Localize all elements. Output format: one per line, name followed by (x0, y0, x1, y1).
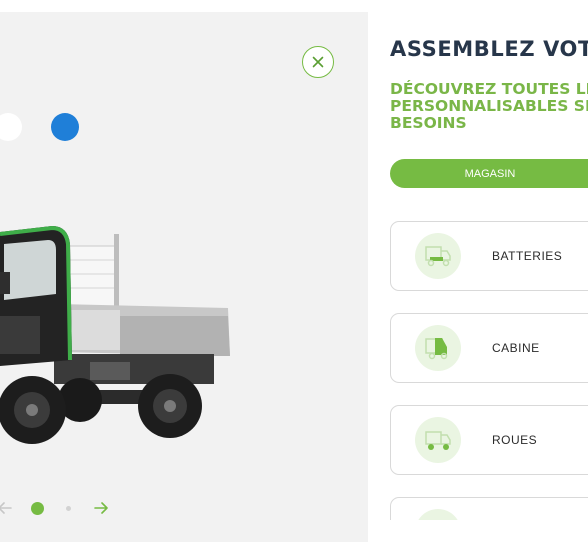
subtitle-line: DÉCOUVREZ TOUTES LES OPTIONS (390, 80, 588, 98)
subtitle-line: BESOINS (390, 114, 467, 132)
cabin-icon (425, 338, 448, 360)
battery-truck-icon (425, 246, 451, 267)
option-card-cabine[interactable]: CABINE (390, 313, 588, 383)
arrow-left-icon[interactable] (0, 499, 14, 517)
option-icon-wrap (415, 325, 461, 371)
option-label-roues: ROUES (492, 433, 538, 447)
slider-dot[interactable] (66, 506, 71, 511)
option-icon (423, 519, 453, 520)
slider-navigation (0, 496, 120, 520)
option-card-partial[interactable] (390, 497, 588, 520)
page-title: ASSEMBLEZ VOTRE (390, 37, 588, 61)
subtitle-line: PERSONNALISABLES SELON VOS (390, 97, 588, 115)
option-card-roues[interactable]: ROUES (390, 405, 588, 475)
color-swatch-blue[interactable] (51, 113, 79, 141)
option-icon-wrap (415, 417, 461, 463)
color-swatch-white[interactable] (0, 113, 22, 141)
close-button[interactable] (302, 46, 334, 78)
vehicle-image (0, 225, 230, 444)
close-icon (312, 56, 324, 68)
slider-dot-active[interactable] (31, 502, 44, 515)
option-icon-wrap (415, 509, 461, 520)
option-icon-wrap (415, 233, 461, 279)
option-label-cabine: CABINE (492, 341, 540, 355)
arrow-right-icon[interactable] (92, 499, 110, 517)
wheels-icon (425, 431, 451, 450)
option-card-batteries[interactable]: BATTERIES (390, 221, 588, 291)
subtitle: DÉCOUVREZ TOUTES LES OPTIONS PERSONNALIS… (390, 81, 588, 132)
options-panel: ASSEMBLEZ VOTRE DÉCOUVREZ TOUTES LES OPT… (368, 0, 588, 520)
store-button[interactable]: MAGASIN (390, 159, 588, 188)
vehicle-viewer (0, 12, 368, 542)
option-label-batteries: BATTERIES (492, 249, 563, 263)
